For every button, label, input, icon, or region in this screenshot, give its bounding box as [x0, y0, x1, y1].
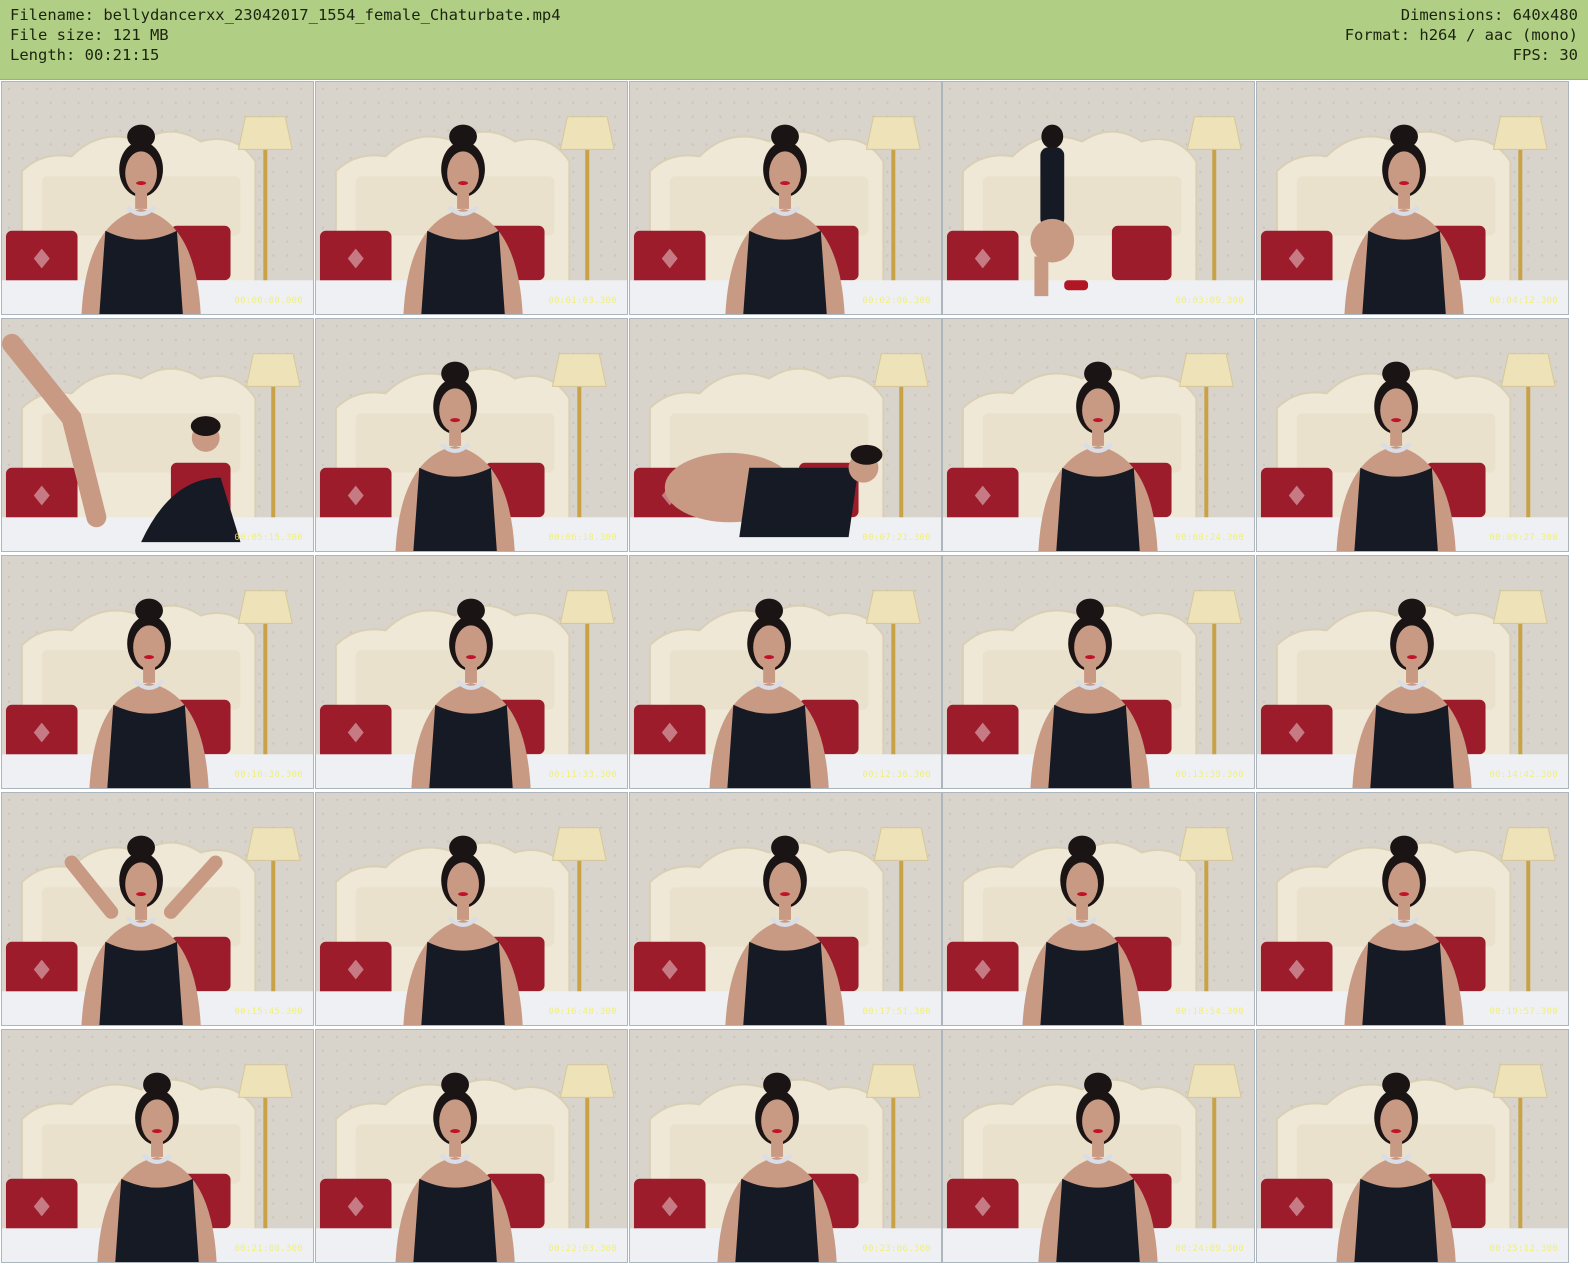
video-thumbnail: 00:18:54.300	[942, 792, 1255, 1026]
thumbnail-timestamp: 00:00:00.000	[234, 296, 303, 306]
thumbnail-timestamp: 00:09:27.300	[1489, 533, 1558, 543]
filesize-line: File size: 121 MB	[10, 26, 169, 44]
thumbnail-timestamp: 00:15:45.300	[234, 1007, 303, 1017]
filename-line: Filename: bellydancerxx_23042017_1554_fe…	[10, 6, 561, 24]
thumbnail-timestamp: 00:23:06.300	[862, 1244, 931, 1254]
fps-line: FPS: 30	[1512, 46, 1578, 64]
thumbnail-grid: 00:00:00.000 00:01:03.300 00:02:06.300 0…	[0, 81, 1588, 1280]
format-line: Format: h264 / aac (mono)	[1344, 26, 1578, 44]
thumbnail-timestamp: 00:25:12.300	[1489, 1244, 1558, 1254]
thumbnail-timestamp: 00:04:12.300	[1489, 296, 1558, 306]
video-thumbnail: 00:10:30.300	[1, 555, 314, 789]
thumbnail-timestamp: 00:13:39.300	[1175, 770, 1244, 780]
info-left: Filename: bellydancerxx_23042017_1554_fe…	[10, 5, 561, 65]
video-thumbnail: 00:25:12.300	[1256, 1029, 1569, 1263]
video-thumbnail: 00:09:27.300	[1256, 318, 1569, 552]
video-thumbnail: 00:02:06.300	[629, 81, 942, 315]
video-thumbnail: 00:04:12.300	[1256, 81, 1569, 315]
video-thumbnail: 00:13:39.300	[942, 555, 1255, 789]
thumbnail-timestamp: 00:07:21.300	[862, 533, 931, 543]
video-thumbnail: 00:11:33.300	[315, 555, 628, 789]
thumbnail-timestamp: 00:11:33.300	[548, 770, 617, 780]
info-header: Filename: bellydancerxx_23042017_1554_fe…	[0, 0, 1588, 80]
video-thumbnail: 00:22:03.300	[315, 1029, 628, 1263]
thumbnail-timestamp: 00:02:06.300	[862, 296, 931, 306]
thumbnail-timestamp: 00:01:03.300	[548, 296, 617, 306]
video-thumbnail: 00:08:24.300	[942, 318, 1255, 552]
thumbnail-timestamp: 00:24:09.300	[1175, 1244, 1244, 1254]
thumbnail-timestamp: 00:16:48.300	[548, 1007, 617, 1017]
video-thumbnail: 00:07:21.300	[629, 318, 942, 552]
video-thumbnail: 00:17:51.300	[629, 792, 942, 1026]
video-thumbnail: 00:14:42.300	[1256, 555, 1569, 789]
dimensions-line: Dimensions: 640x480	[1400, 6, 1578, 24]
video-thumbnail: 00:05:15.300	[1, 318, 314, 552]
video-thumbnail: 00:19:57.300	[1256, 792, 1569, 1026]
thumbnail-timestamp: 00:03:09.300	[1175, 296, 1244, 306]
thumbnail-timestamp: 00:21:00.300	[234, 1244, 303, 1254]
video-thumbnail: 00:00:00.000	[1, 81, 314, 315]
video-thumbnail: 00:24:09.300	[942, 1029, 1255, 1263]
video-thumbnail: 00:21:00.300	[1, 1029, 314, 1263]
length-line: Length: 00:21:15	[10, 46, 160, 64]
video-thumbnail: 00:15:45.300	[1, 792, 314, 1026]
thumbnail-timestamp: 00:18:54.300	[1175, 1007, 1244, 1017]
video-thumbnail: 00:12:36.300	[629, 555, 942, 789]
thumbnail-timestamp: 00:12:36.300	[862, 770, 931, 780]
video-thumbnail: 00:23:06.300	[629, 1029, 942, 1263]
info-right: Dimensions: 640x480 Format: h264 / aac (m…	[1345, 5, 1578, 65]
thumbnail-timestamp: 00:17:51.300	[862, 1007, 931, 1017]
thumbnail-timestamp: 00:08:24.300	[1175, 533, 1244, 543]
thumbnail-timestamp: 00:06:18.300	[548, 533, 617, 543]
thumbnail-timestamp: 00:19:57.300	[1489, 1007, 1558, 1017]
thumbnail-timestamp: 00:14:42.300	[1489, 770, 1558, 780]
thumbnail-timestamp: 00:22:03.300	[548, 1244, 617, 1254]
thumbnail-timestamp: 00:10:30.300	[234, 770, 303, 780]
video-thumbnail: 00:03:09.300	[942, 81, 1255, 315]
video-thumbnail: 00:06:18.300	[315, 318, 628, 552]
thumbnail-timestamp: 00:05:15.300	[234, 533, 303, 543]
video-thumbnail: 00:16:48.300	[315, 792, 628, 1026]
video-thumbnail: 00:01:03.300	[315, 81, 628, 315]
